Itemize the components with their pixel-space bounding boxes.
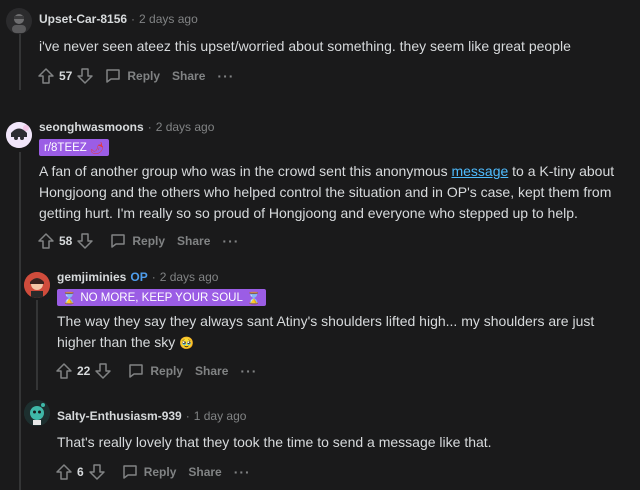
avatar[interactable] [6,122,32,148]
username[interactable]: Salty-Enthusiasm-939 [57,409,182,423]
vote-count: 58 [59,234,73,248]
vote-count: 6 [77,465,84,479]
reply-label: Reply [127,69,161,83]
avatar[interactable] [6,8,32,34]
comment-icon [121,463,139,481]
flair-text: NO MORE, KEEP YOUR SOUL [80,291,243,304]
reply-button[interactable]: Reply [104,232,165,250]
upvote-icon[interactable] [37,67,55,85]
message-link[interactable]: message [451,163,508,179]
comment-actions: 22 Reply Share ··· [55,360,257,382]
comment-text: The way they say they always sant Atiny'… [57,313,595,350]
timestamp[interactable]: 2 days ago [160,270,219,284]
emoji-icon: 🥹 [179,336,195,350]
comment-thread: Upset-Car-8156 · 2 days ago i've never s… [0,0,640,490]
more-icon[interactable]: ··· [217,68,234,84]
comment-icon [109,232,127,250]
share-button[interactable]: Share [172,69,205,83]
comment-text: That's really lovely that they took the … [57,434,492,450]
comment: seonghwasmoons · 2 days ago r/8TEEZ 🌶 A … [0,100,640,260]
comment-body: A fan of another group who was in the cr… [39,161,619,224]
reply-button[interactable]: Reply [116,463,177,481]
username[interactable]: seonghwasmoons [39,120,144,134]
downvote-icon[interactable] [88,463,106,481]
comment-text: i've never seen ateez this upset/worried… [39,38,571,54]
comment: Upset-Car-8156 · 2 days ago i've never s… [0,0,640,95]
separator-dot: · [131,12,136,26]
reply-button[interactable]: Reply [104,67,160,85]
vote-count: 22 [77,364,91,378]
vote-count: 57 [59,69,73,83]
comment-icon [127,362,145,380]
hourglass-icon: ⌛ [62,292,77,305]
comment-body: The way they say they always sant Atiny'… [57,311,627,354]
more-icon[interactable]: ··· [234,464,251,480]
reply-label: Reply [132,234,166,248]
share-button[interactable]: Share [188,465,221,479]
timestamp[interactable]: 1 day ago [194,409,247,423]
comment-text: A fan of another group who was in the cr… [39,163,452,179]
upvote-icon[interactable] [55,463,73,481]
comment-body: i've never seen ateez this upset/worried… [39,36,629,57]
comment-actions: 6 Reply Share ··· [55,461,251,483]
separator-dot: · [185,409,190,423]
share-button[interactable]: Share [177,234,210,248]
more-icon[interactable]: ··· [222,233,239,249]
avatar[interactable] [24,272,50,298]
reply-button[interactable]: Reply [122,362,183,380]
separator-dot: · [151,270,156,284]
comment-actions: 58 Reply Share ··· [37,230,239,252]
comment-icon [104,67,122,85]
username[interactable]: gemjiminies [57,270,126,284]
user-flair: r/8TEEZ 🌶 [39,139,110,156]
avatar[interactable] [24,400,50,426]
downvote-icon[interactable] [76,67,94,85]
flair-text: r/8TEEZ [44,141,87,154]
reply-label: Reply [150,364,184,378]
comment-reply: Salty-Enthusiasm-939 · 1 day ago That's … [0,395,640,490]
comment-body: That's really lovely that they took the … [57,432,627,453]
chili-icon: 🌶 [89,142,105,155]
op-badge: OP [130,270,148,284]
username[interactable]: Upset-Car-8156 [39,12,127,26]
downvote-icon[interactable] [94,362,112,380]
separator-dot: · [147,120,152,134]
comment-reply: gemjiminies OP · 2 days ago ⌛ NO MORE, K… [0,262,640,387]
share-button[interactable]: Share [195,364,228,378]
upvote-icon[interactable] [55,362,73,380]
hourglass-icon: ⌛ [246,292,262,305]
more-icon[interactable]: ··· [240,363,257,379]
comment-actions: 57 Reply Share ··· [37,65,234,87]
timestamp[interactable]: 2 days ago [156,120,215,134]
downvote-icon[interactable] [76,232,94,250]
reply-label: Reply [143,465,177,479]
timestamp[interactable]: 2 days ago [139,12,198,26]
upvote-icon[interactable] [37,232,55,250]
user-flair: ⌛ NO MORE, KEEP YOUR SOUL ⌛ [57,289,267,306]
